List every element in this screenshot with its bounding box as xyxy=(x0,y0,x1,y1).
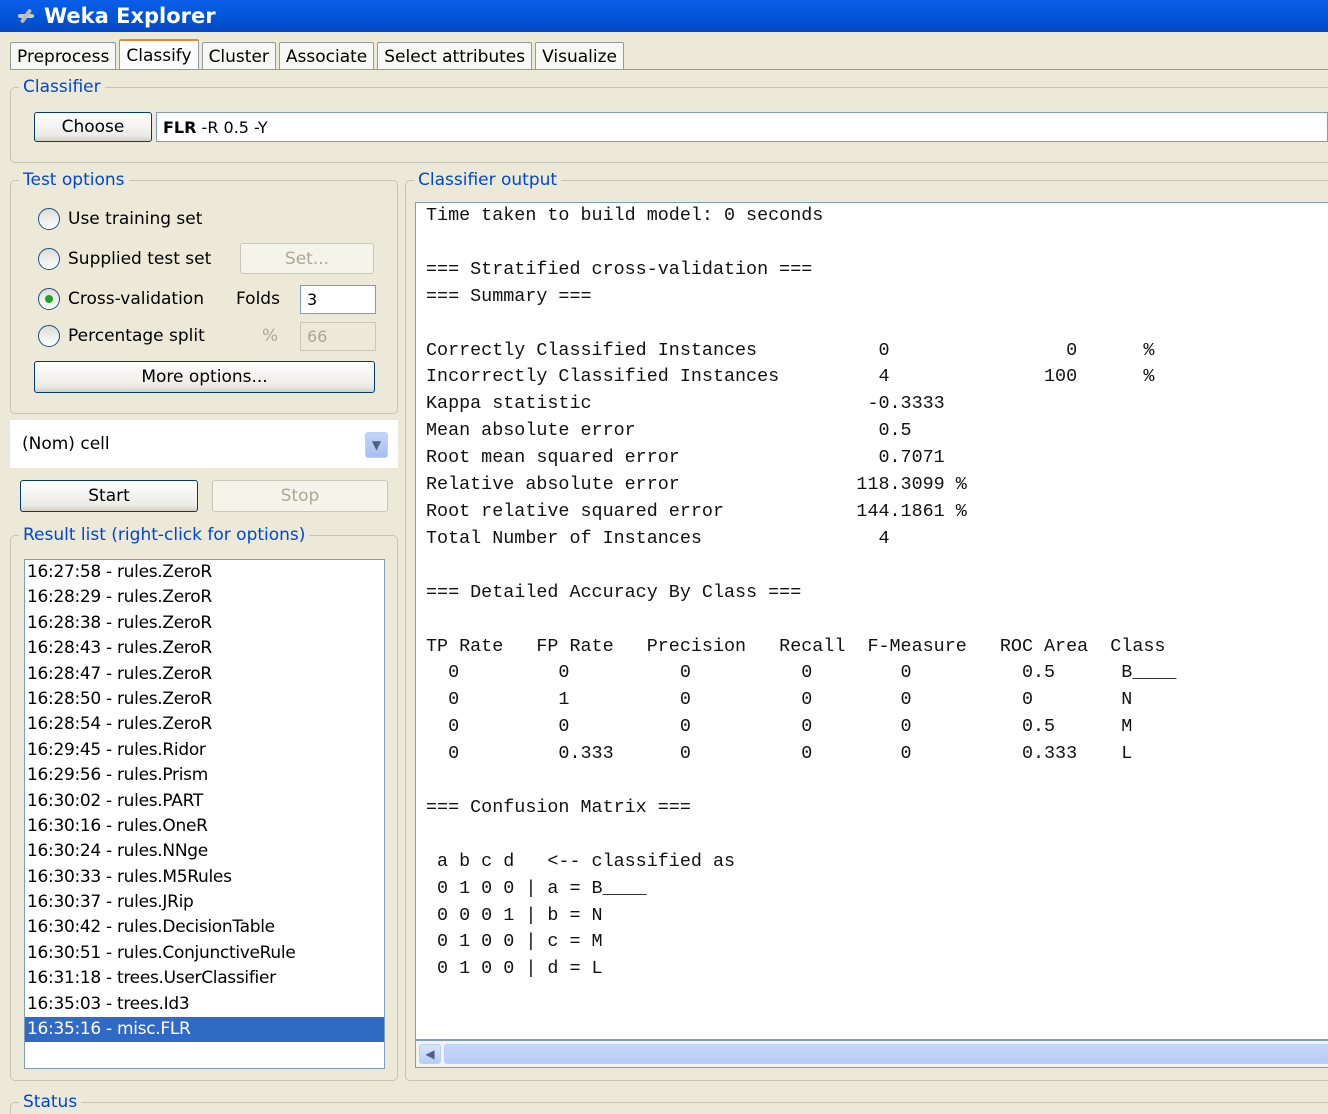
cross-validation-option[interactable]: Cross-validation xyxy=(38,286,204,312)
cross-validation-radio[interactable] xyxy=(38,288,60,310)
result-list-legend: Result list (right-click for options) xyxy=(23,525,306,545)
tab-associate[interactable]: Associate xyxy=(278,42,375,70)
result-item-selected[interactable]: 16:35:16 - misc.FLR xyxy=(25,1017,384,1043)
percentage-split-label: Percentage split xyxy=(68,326,205,346)
scrollbar-thumb[interactable] xyxy=(444,1044,1328,1064)
supplied-test-set-label: Supplied test set xyxy=(68,249,212,269)
weka-bird-icon xyxy=(16,6,36,26)
result-item[interactable]: 16:28:50 - rules.ZeroR xyxy=(25,687,384,712)
folds-label: Folds xyxy=(236,289,280,309)
percent-label: % xyxy=(262,326,279,346)
classifier-options: -R 0.5 -Y xyxy=(196,117,268,137)
title-bar: Weka Explorer xyxy=(0,0,1328,32)
set-button[interactable]: Set... xyxy=(240,243,374,274)
result-item[interactable]: 16:30:42 - rules.DecisionTable xyxy=(25,915,384,940)
window-title: Weka Explorer xyxy=(44,4,216,28)
result-item[interactable]: 16:28:38 - rules.ZeroR xyxy=(25,611,384,636)
supplied-test-set-option[interactable]: Supplied test set xyxy=(38,246,211,272)
result-item[interactable]: 16:28:54 - rules.ZeroR xyxy=(25,712,384,737)
result-item[interactable]: 16:31:18 - trees.UserClassifier xyxy=(25,966,384,991)
result-item[interactable]: 16:28:47 - rules.ZeroR xyxy=(25,662,384,687)
result-item[interactable]: 16:30:16 - rules.OneR xyxy=(25,814,384,839)
result-item[interactable]: 16:29:56 - rules.Prism xyxy=(25,763,384,788)
tab-classify[interactable]: Classify xyxy=(119,39,199,70)
tab-select-attributes[interactable]: Select attributes xyxy=(377,42,533,70)
use-training-set-option[interactable]: Use training set xyxy=(38,206,202,232)
status-group: Status xyxy=(10,1092,1328,1114)
scroll-left-arrow-icon[interactable]: ◀ xyxy=(419,1044,441,1064)
percent-input[interactable]: 66 xyxy=(300,322,376,351)
choose-button[interactable]: Choose xyxy=(34,112,152,142)
classifier-field[interactable]: FLR -R 0.5 -Y xyxy=(156,112,1328,142)
result-item[interactable]: 16:35:03 - trees.Id3 xyxy=(25,992,384,1017)
folds-input[interactable]: 3 xyxy=(300,285,376,314)
classifier-output-text-area[interactable]: Time taken to build model: 0 seconds ===… xyxy=(415,202,1328,1040)
result-item[interactable]: 16:27:58 - rules.ZeroR xyxy=(25,560,384,585)
percentage-split-radio[interactable] xyxy=(38,325,60,347)
tab-preprocess[interactable]: Preprocess xyxy=(10,42,117,70)
percentage-split-option[interactable]: Percentage split xyxy=(38,323,205,349)
tab-divider xyxy=(10,69,1328,70)
class-attribute-dropdown[interactable]: (Nom) cell ▼ xyxy=(10,420,398,468)
chevron-down-icon[interactable]: ▼ xyxy=(365,432,388,458)
cross-validation-label: Cross-validation xyxy=(68,289,204,309)
classifier-legend: Classifier xyxy=(23,77,101,97)
classifier-name: FLR xyxy=(163,117,197,137)
tab-strip: Preprocess Classify Cluster Associate Se… xyxy=(10,39,627,70)
result-item[interactable]: 16:30:37 - rules.JRip xyxy=(25,890,384,915)
tab-cluster[interactable]: Cluster xyxy=(201,42,276,70)
class-attribute-value: (Nom) cell xyxy=(22,434,110,454)
output-horizontal-scrollbar[interactable]: ◀ xyxy=(415,1040,1328,1068)
result-item[interactable]: 16:28:43 - rules.ZeroR xyxy=(25,636,384,661)
result-item[interactable]: 16:30:33 - rules.M5Rules xyxy=(25,865,384,890)
tab-visualize[interactable]: Visualize xyxy=(535,42,624,70)
supplied-test-set-radio[interactable] xyxy=(38,248,60,270)
start-button[interactable]: Start xyxy=(20,480,198,512)
classifier-output-text: Time taken to build model: 0 seconds ===… xyxy=(426,205,1177,980)
result-item[interactable]: 16:28:29 - rules.ZeroR xyxy=(25,585,384,610)
test-options-legend: Test options xyxy=(23,170,125,190)
classifier-output-legend: Classifier output xyxy=(418,170,558,190)
result-item[interactable]: 16:29:45 - rules.Ridor xyxy=(25,738,384,763)
more-options-button[interactable]: More options... xyxy=(34,361,375,393)
result-item[interactable]: 16:30:24 - rules.NNge xyxy=(25,839,384,864)
result-list[interactable]: 16:27:58 - rules.ZeroR 16:28:29 - rules.… xyxy=(24,559,385,1069)
result-item[interactable]: 16:30:51 - rules.ConjunctiveRule xyxy=(25,941,384,966)
use-training-set-radio[interactable] xyxy=(38,208,60,230)
stop-button[interactable]: Stop xyxy=(212,480,388,512)
status-legend: Status xyxy=(23,1092,78,1112)
use-training-set-label: Use training set xyxy=(68,209,203,229)
result-item[interactable]: 16:30:02 - rules.PART xyxy=(25,789,384,814)
